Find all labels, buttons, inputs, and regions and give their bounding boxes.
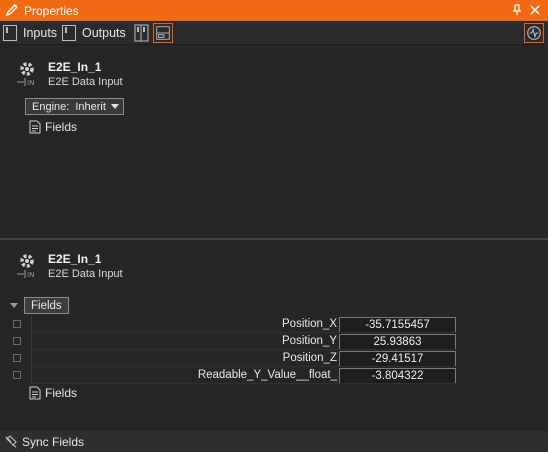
title-bar: Properties [0,0,548,21]
gear-icon: IN [17,254,34,279]
fields-section-header[interactable]: Fields [10,297,69,314]
field-value-input[interactable]: -35.7155457 [339,317,456,333]
inputs-icon [3,25,17,41]
sync-icon[interactable] [4,434,18,448]
field-label: Position_Z [282,352,337,364]
node-type: E2E Data Input [48,268,123,280]
field-row: Readable_Y_Value__float_ -3.804322 [0,367,548,384]
status-bar: Sync Fields [0,429,548,452]
fields-header-button[interactable]: Fields [24,297,69,314]
fields-link[interactable]: Fields [29,120,77,134]
outputs-icon [62,25,76,41]
close-icon[interactable] [528,3,542,17]
outputs-label: Outputs [82,26,126,40]
document-icon [29,120,41,134]
window-title: Properties [24,3,79,18]
fields-link-label: Fields [45,386,78,400]
node-type: E2E Data Input [48,76,123,88]
svg-text:IN: IN [27,271,34,279]
field-value-input[interactable]: -3.804322 [339,368,456,384]
field-checkbox[interactable] [13,337,21,345]
field-value-input[interactable]: 25.93863 [339,334,456,350]
field-row: Position_X -35.7155457 [0,316,548,333]
inputs-label: Inputs [23,26,58,40]
node-name: E2E_In_1 [48,252,102,266]
split-view-icon[interactable] [132,23,152,43]
node-name: E2E_In_1 [48,60,102,74]
pin-icon[interactable] [510,3,524,17]
field-row: Position_Y 25.93863 [0,333,548,350]
outputs-toggle[interactable]: Outputs [62,24,126,42]
node-panel-top: IN E2E_In_1 E2E Data Input Engine: Inher… [0,46,548,238]
field-checkbox[interactable] [13,371,21,379]
engine-label: Engine: [32,100,70,113]
chevron-down-icon [111,104,119,109]
document-icon [29,386,41,400]
gear-icon: IN [17,62,34,87]
monitor-icon[interactable] [524,23,544,43]
field-label: Position_X [282,318,337,330]
svg-text:IN: IN [27,79,34,87]
node-panel-bottom: IN E2E_In_1 E2E Data Input Fields Positi… [0,240,548,429]
layout-view-icon[interactable] [153,23,173,43]
fields-link-label: Fields [45,120,78,134]
engine-value: Inherit [75,100,106,113]
field-checkbox[interactable] [13,320,21,328]
inputs-toggle[interactable]: Inputs [3,24,57,42]
collapse-arrow-icon[interactable] [10,303,18,308]
engine-dropdown[interactable]: Engine: Inherit [25,98,124,115]
field-row: Position_Z -29.41517 [0,350,548,367]
field-label: Readable_Y_Value__float_ [197,369,337,381]
pencil-icon [5,4,18,17]
field-value-input[interactable]: -29.41517 [339,351,456,367]
fields-link[interactable]: Fields [29,386,77,400]
sync-fields-button[interactable]: Sync Fields [22,435,84,449]
toolbar: Inputs Outputs [0,21,548,45]
field-label: Position_Y [282,335,337,347]
field-checkbox[interactable] [13,354,21,362]
